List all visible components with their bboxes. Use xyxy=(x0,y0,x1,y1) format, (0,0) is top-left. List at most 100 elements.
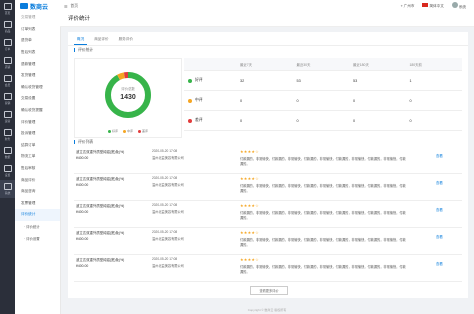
rating-stars: ★★★★☆ xyxy=(240,257,259,262)
top-right-tools: ⌖ 广州市 简体中文 系统 xyxy=(401,2,474,10)
side-nav-item[interactable]: 确认收货提醒 xyxy=(15,105,60,117)
donut-legend: 好评 中评 差评 xyxy=(75,129,181,133)
logo-icon xyxy=(20,3,28,9)
user-menu[interactable]: 系统 xyxy=(451,2,466,10)
side-nav-item[interactable]: 发货管理 xyxy=(15,70,60,82)
review-meta: 2020-05-20 17:08 温州北益美容有限公司 xyxy=(152,176,240,187)
goods-icon xyxy=(3,21,12,28)
rating-summary: 评价总数 1430 好评 中评 差评 xyxy=(74,58,182,138)
review-row: 波立达双重外质型纯铝(宽)免(%) ¥400.00 2020-05-20 17:08… xyxy=(74,255,462,282)
review-time: 2020-05-20 17:08 xyxy=(152,149,240,153)
side-nav-item[interactable]: 交易设置 xyxy=(15,93,60,105)
product-name[interactable]: 波立达双重外质型纯铝(宽)免(%) xyxy=(76,257,152,262)
rail-item-label: 数据 xyxy=(4,155,11,159)
view-review-link[interactable]: 查看 xyxy=(436,203,462,212)
side-nav-item[interactable]: 结算订单 xyxy=(15,140,60,152)
rail-item-1[interactable]: 商品 xyxy=(0,18,15,36)
side-nav-item[interactable]: 评价统计 xyxy=(15,209,60,221)
tab-2[interactable]: 服务评价 xyxy=(116,37,136,45)
rail-item-8[interactable]: 数据 xyxy=(0,144,15,162)
rail-item-label: 设置 xyxy=(4,173,11,177)
rating-stat-table: 最近7天 最近30天 最近180天 180天前 好评 32 53 53 1 中评 0 0 0 0 差评 0 0 0… xyxy=(184,58,462,131)
review-body: ★★★★☆ 付款漏的，非常愉快，付款漏的，非常愉快，付款漏的，非常愉快，付款漏的，… xyxy=(240,149,408,166)
side-nav-item[interactable]: 商品评价 xyxy=(15,174,60,186)
side-nav-item[interactable]: · 评价统计 xyxy=(15,221,60,233)
side-nav-item[interactable]: 订单列表 xyxy=(15,24,60,36)
side-nav-item[interactable]: 确认收货管理 xyxy=(15,82,60,94)
rail-item-label: 订单 xyxy=(4,47,11,51)
app-logo[interactable]: 数商云 xyxy=(15,2,64,11)
side-nav-item[interactable]: 退货单 xyxy=(15,35,60,47)
content-card: 概况 商品评价 服务评价 评价统计 评价总数 1430 好评 中评 差评 最近7天 最近3… xyxy=(68,32,468,298)
product-name[interactable]: 波立达双重外质型纯铝(宽)免(%) xyxy=(76,203,152,208)
legend-label: 好评 xyxy=(111,129,118,133)
rail-item-9[interactable]: 设置 xyxy=(0,162,15,180)
rating-stars: ★★★★☆ xyxy=(240,203,259,208)
reviews-section-title: 评价列表 xyxy=(74,140,94,144)
stat-table-header: 最近7天 最近30天 最近180天 180天前 xyxy=(184,58,462,71)
product-price: ¥400.00 xyxy=(76,210,89,214)
settings-icon xyxy=(3,165,12,172)
rail-item-label: 店铺 xyxy=(4,65,11,69)
view-review-link[interactable]: 查看 xyxy=(436,230,462,239)
review-time-value: 2020-05-20 17:08 xyxy=(152,203,178,207)
language-label: 简体中文 xyxy=(429,4,444,8)
rail-item-label: 运营 xyxy=(4,119,11,123)
stat-value: 53 xyxy=(296,78,301,83)
home-icon xyxy=(3,3,12,10)
stat-row-type-label: 好评 xyxy=(195,78,203,82)
review-row: 波立达双重外质型纯铝(宽)免(%) ¥400.00 2020-05-20 17:08… xyxy=(74,228,462,255)
side-nav-item[interactable]: 投诉管理 xyxy=(15,128,60,140)
review-product: 波立达双重外质型纯铝(宽)免(%) ¥400.00 xyxy=(74,149,152,160)
menu-toggle-icon[interactable]: ☰ xyxy=(64,4,67,9)
view-more-reviews-button[interactable]: 查看更多评价 xyxy=(250,286,288,295)
review-meta: 2020-05-20 17:08 温州北益美容有限公司 xyxy=(152,203,240,214)
side-nav-item[interactable]: 商品咨询 xyxy=(15,186,60,198)
product-name[interactable]: 波立达双重外质型纯铝(宽)免(%) xyxy=(76,176,152,181)
rail-item-10[interactable]: 系统 xyxy=(0,180,15,198)
shop-icon xyxy=(3,57,12,64)
side-nav-item[interactable]: 售后审核 xyxy=(15,163,60,175)
user-name: 系统 xyxy=(458,5,466,9)
side-nav-item[interactable]: 评价管理 xyxy=(15,116,60,128)
review-user: 温州北益美容有限公司 xyxy=(152,237,184,241)
review-meta: 2020-05-20 17:08 温州北益美容有限公司 xyxy=(152,149,240,160)
rail-item-7[interactable]: 财务 xyxy=(0,126,15,144)
main-content: 评价统计 概况 商品评价 服务评价 评价统计 评价总数 1430 好评 中评 差评 最近… xyxy=(60,12,474,314)
rail-item-label: 首页 xyxy=(4,11,11,15)
review-product: 波立达双重外质型纯铝(宽)免(%) ¥400.00 xyxy=(74,257,152,268)
app-name: 数商云 xyxy=(30,4,49,11)
view-review-link[interactable]: 查看 xyxy=(436,149,462,158)
review-product: 波立达双重外质型纯铝(宽)免(%) ¥400.00 xyxy=(74,176,152,187)
breadcrumb-home[interactable]: 首页 xyxy=(70,4,78,9)
stat-column-header: 最近30天 xyxy=(296,62,311,67)
system-icon xyxy=(3,183,12,190)
stat-table-row: 中评 0 0 0 0 xyxy=(184,91,462,111)
review-row: 波立达双重外质型纯铝(宽)免(%) ¥400.00 2020-05-20 17:08… xyxy=(74,174,462,201)
language-selector[interactable]: 简体中文 xyxy=(422,3,444,9)
rail-item-2[interactable]: 订单 xyxy=(0,36,15,54)
side-nav-item[interactable]: 物流工单 xyxy=(15,151,60,163)
review-row: 波立达双重外质型纯铝(宽)免(%) ¥400.00 2020-05-20 17:08… xyxy=(74,147,462,174)
product-name[interactable]: 波立达双重外质型纯铝(宽)免(%) xyxy=(76,230,152,235)
rail-item-5[interactable]: 营销 xyxy=(0,90,15,108)
rail-item-6[interactable]: 运营 xyxy=(0,108,15,126)
side-nav-item[interactable]: · 评价设置 xyxy=(15,232,60,244)
side-nav-item[interactable]: 发票管理 xyxy=(15,198,60,210)
side-nav-item[interactable]: 退款管理 xyxy=(15,58,60,70)
product-name[interactable]: 波立达双重外质型纯铝(宽)免(%) xyxy=(76,149,152,154)
rail-item-0[interactable]: 首页 xyxy=(0,0,15,18)
stat-row-type-label: 差评 xyxy=(195,118,203,122)
stat-row-type: 差评 xyxy=(184,118,236,123)
rating-stars: ★★★★☆ xyxy=(240,176,259,181)
side-nav-item[interactable]: 售后列表 xyxy=(15,47,60,59)
view-review-link[interactable]: 查看 xyxy=(436,176,462,185)
view-review-link[interactable]: 查看 xyxy=(436,257,462,266)
review-time: 2020-05-20 17:08 xyxy=(152,230,240,234)
review-time: 2020-05-20 17:08 xyxy=(152,257,240,261)
rail-item-4[interactable]: 会员 xyxy=(0,72,15,90)
region-selector[interactable]: ⌖ 广州市 xyxy=(401,4,415,9)
tab-0[interactable]: 概况 xyxy=(74,37,88,45)
tab-1[interactable]: 商品评价 xyxy=(91,37,111,45)
rail-item-3[interactable]: 店铺 xyxy=(0,54,15,72)
